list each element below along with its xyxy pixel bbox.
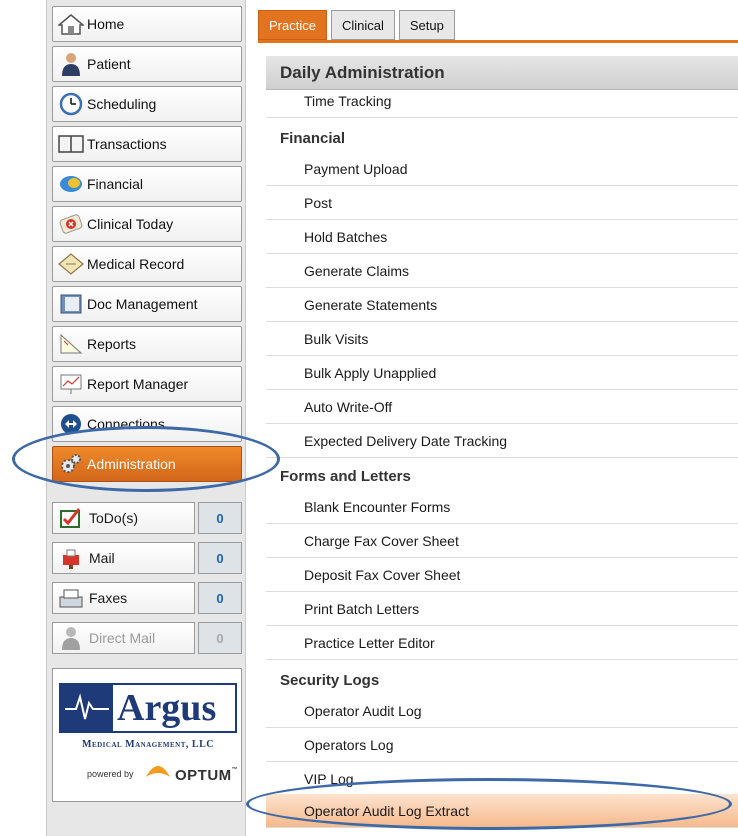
todo-main[interactable]: ToDo(s) bbox=[52, 502, 195, 534]
tab-practice[interactable]: Practice bbox=[258, 10, 327, 40]
company-name: Medical Management, LLC bbox=[82, 739, 214, 750]
menu-item-practice-letter-editor[interactable]: Practice Letter Editor bbox=[266, 626, 738, 660]
fax-icon bbox=[57, 587, 85, 609]
menu-item-operators-log[interactable]: Operators Log bbox=[266, 728, 738, 762]
home-icon bbox=[57, 11, 85, 37]
optum-tm: ™ bbox=[231, 767, 239, 773]
sidebar-item-label: Connections bbox=[87, 416, 165, 432]
connections-icon bbox=[57, 411, 85, 437]
sidebar-item-label: Medical Record bbox=[87, 256, 185, 272]
menu-item-post[interactable]: Post bbox=[266, 186, 738, 220]
menu-item-blank-encounter-forms[interactable]: Blank Encounter Forms bbox=[266, 490, 738, 524]
sidebar-item-connections[interactable]: Connections bbox=[52, 406, 242, 442]
financial-icon bbox=[57, 171, 85, 197]
sidebar-item-home[interactable]: Home bbox=[52, 6, 242, 42]
faxes-button[interactable]: Faxes 0 bbox=[52, 582, 242, 614]
menu-item-hold-batches[interactable]: Hold Batches bbox=[266, 220, 738, 254]
menu-item-generate-claims[interactable]: Generate Claims bbox=[266, 254, 738, 288]
mail-button[interactable]: Mail 0 bbox=[52, 542, 242, 574]
sidebar-item-label: Administration bbox=[87, 456, 176, 472]
folder-icon bbox=[57, 291, 85, 317]
gears-icon bbox=[57, 451, 85, 477]
menu-item-payment-upload[interactable]: Payment Upload bbox=[266, 152, 738, 186]
direct-mail-icon bbox=[57, 626, 85, 650]
direct-mail-main[interactable]: Direct Mail bbox=[52, 622, 195, 654]
tab-setup[interactable]: Setup bbox=[398, 10, 455, 40]
sidebar-item-medical-record[interactable]: Medical Record bbox=[52, 246, 242, 282]
sidebar-item-label: Clinical Today bbox=[87, 216, 174, 232]
todo-icon bbox=[57, 507, 85, 529]
argus-logo: Argus Medical Management, LLC powered by… bbox=[52, 668, 242, 802]
subheading-forms-and-letters: Forms and Letters bbox=[280, 468, 411, 485]
faxes-main[interactable]: Faxes bbox=[52, 582, 195, 614]
tab-underline bbox=[258, 40, 738, 43]
mail-count: 0 bbox=[198, 542, 242, 574]
subheading-financial: Financial bbox=[280, 130, 346, 147]
sidebar-item-label: Patient bbox=[87, 56, 131, 72]
direct-mail-count: 0 bbox=[198, 622, 242, 654]
ledger-icon bbox=[57, 131, 85, 157]
argus-wordmark: Argus bbox=[117, 687, 217, 729]
optum-wordmark: OPTUM™ bbox=[175, 767, 238, 784]
medical-record-icon bbox=[57, 251, 85, 277]
menu-item-expected-delivery-date-tracking[interactable]: Expected Delivery Date Tracking bbox=[266, 424, 738, 458]
reports-icon bbox=[57, 331, 85, 357]
sidebar-item-label: Financial bbox=[87, 176, 144, 192]
sidebar-item-label: Home bbox=[87, 16, 125, 32]
todo-count: 0 bbox=[198, 502, 242, 534]
direct-mail-button[interactable]: Direct Mail 0 bbox=[52, 622, 242, 654]
sidebar-item-report-manager[interactable]: Report Manager bbox=[52, 366, 242, 402]
mail-main[interactable]: Mail bbox=[52, 542, 195, 574]
powered-by-text: powered by bbox=[87, 769, 134, 779]
sidebar-item-label: Doc Management bbox=[87, 296, 198, 312]
todo-label: ToDo(s) bbox=[89, 510, 139, 526]
sidebar-item-doc-management[interactable]: Doc Management bbox=[52, 286, 242, 322]
mail-label: Mail bbox=[89, 550, 115, 566]
menu-item-time-tracking[interactable]: Time Tracking bbox=[266, 84, 738, 118]
argus-logo-mark: Argus bbox=[59, 683, 237, 733]
menu-item-operator-audit-log[interactable]: Operator Audit Log bbox=[266, 694, 738, 728]
faxes-count: 0 bbox=[198, 582, 242, 614]
menu-item-bulk-visits[interactable]: Bulk Visits bbox=[266, 322, 738, 356]
menu-item-generate-statements[interactable]: Generate Statements bbox=[266, 288, 738, 322]
menu-item-deposit-fax-cover-sheet[interactable]: Deposit Fax Cover Sheet bbox=[266, 558, 738, 592]
sidebar-item-transactions[interactable]: Transactions bbox=[52, 126, 242, 162]
optum-text: OPTUM bbox=[175, 767, 232, 784]
sidebar-item-label: Reports bbox=[87, 336, 137, 352]
menu-item-print-batch-letters[interactable]: Print Batch Letters bbox=[266, 592, 738, 626]
mailbox-icon bbox=[57, 547, 85, 569]
faxes-label: Faxes bbox=[89, 590, 128, 606]
sidebar-item-reports[interactable]: Reports bbox=[52, 326, 242, 362]
patient-icon bbox=[57, 51, 85, 77]
report-manager-icon bbox=[57, 371, 85, 397]
subheading-security-logs: Security Logs bbox=[280, 672, 380, 689]
clinical-today-icon bbox=[57, 211, 85, 237]
menu-item-auto-write-off[interactable]: Auto Write-Off bbox=[266, 390, 738, 424]
tab-strip: Practice Clinical Setup bbox=[258, 10, 459, 42]
menu-item-bulk-apply-unapplied[interactable]: Bulk Apply Unapplied bbox=[266, 356, 738, 390]
sidebar-item-label: Scheduling bbox=[87, 96, 157, 112]
tab-clinical[interactable]: Clinical bbox=[330, 10, 395, 40]
sidebar-item-patient[interactable]: Patient bbox=[52, 46, 242, 82]
todo-button[interactable]: ToDo(s) 0 bbox=[52, 502, 242, 534]
menu-item-operator-audit-log-extract[interactable]: Operator Audit Log Extract bbox=[266, 794, 738, 828]
direct-mail-label: Direct Mail bbox=[89, 630, 156, 646]
menu-item-vip-log[interactable]: VIP Log bbox=[266, 762, 738, 796]
sidebar-item-financial[interactable]: Financial bbox=[52, 166, 242, 202]
sidebar-nav: Home Patient Scheduling Transactions Fin… bbox=[46, 0, 246, 836]
sidebar-item-clinical-today[interactable]: Clinical Today bbox=[52, 206, 242, 242]
heartbeat-icon bbox=[61, 685, 113, 731]
sidebar-item-label: Transactions bbox=[87, 136, 167, 152]
optum-logo-icon bbox=[143, 759, 173, 784]
sidebar-item-label: Report Manager bbox=[87, 376, 189, 392]
clock-icon bbox=[57, 91, 85, 117]
sidebar-item-scheduling[interactable]: Scheduling bbox=[52, 86, 242, 122]
admin-menu-panel: Daily Administration Time Tracking Finan… bbox=[266, 50, 738, 836]
sidebar-item-administration[interactable]: Administration bbox=[52, 446, 242, 482]
menu-item-charge-fax-cover-sheet[interactable]: Charge Fax Cover Sheet bbox=[266, 524, 738, 558]
